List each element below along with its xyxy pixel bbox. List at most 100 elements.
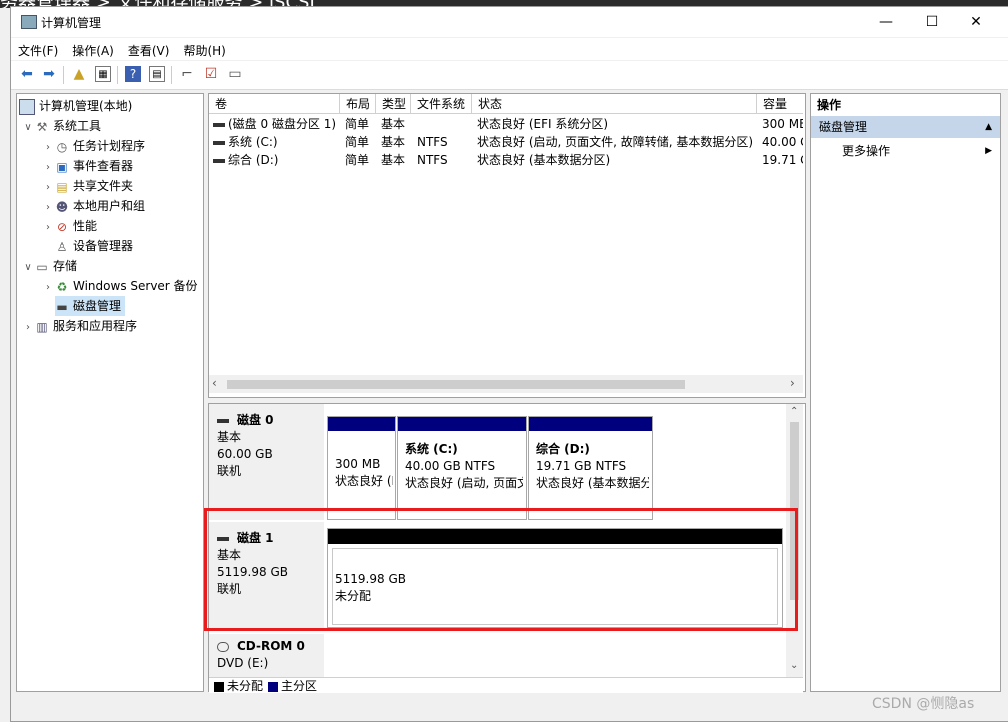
menu-action[interactable]: 操作(A) — [65, 38, 121, 59]
tree-label: 设备管理器 — [73, 239, 134, 253]
tools-icon: ⚒ — [36, 119, 48, 134]
chevron-right-icon[interactable]: › — [41, 138, 55, 158]
chevron-right-icon[interactable]: › — [41, 198, 55, 218]
partition-system-c[interactable]: 系统 (C:) 40.00 GB NTFS 状态良好 (启动, 页面文件, 故障… — [397, 416, 527, 520]
horizontal-scrollbar[interactable]: ‹ › — [209, 375, 803, 393]
tree-item-disk-management[interactable]: ▬ 磁盘管理 — [55, 296, 126, 316]
table-row[interactable]: 系统 (C:) 简单 基本 NTFS 状态良好 (启动, 页面文件, 故障转储,… — [209, 133, 803, 151]
cdrom-info[interactable]: CD-ROM 0 DVD (E:) — [209, 634, 324, 677]
tree-item-performance[interactable]: › ⊘ 性能 — [41, 216, 97, 236]
tree-label: Windows Server 备份 — [73, 279, 198, 293]
chevron-right-icon[interactable]: › — [41, 278, 55, 298]
partition-size: 300 MB — [335, 457, 381, 471]
column-header-type[interactable]: 类型 — [376, 94, 411, 114]
partition-name: 系统 (C:) — [405, 442, 458, 456]
horizontal-scroll-thumb[interactable] — [227, 380, 685, 389]
disk-management-icon: ▬ — [56, 299, 68, 314]
partition-size: 19.71 GB NTFS — [536, 459, 627, 473]
help-icon[interactable]: ? — [125, 66, 141, 82]
tree-item-shared-folders[interactable]: › ▤ 共享文件夹 — [41, 176, 133, 196]
column-header-capacity[interactable]: 容量 — [757, 94, 803, 114]
chevron-down-icon[interactable]: ∨ — [21, 258, 35, 278]
maximize-button[interactable]: ☐ — [909, 7, 955, 37]
volume-name: 系统 (C:) — [228, 135, 278, 149]
volume-layout: 简单 — [345, 117, 370, 131]
disk0-size: 60.00 GB — [217, 447, 273, 461]
device-manager-icon: ♙ — [56, 239, 68, 254]
computer-icon — [19, 98, 35, 115]
volume-type: 基本 — [381, 135, 406, 149]
back-icon[interactable]: ⬅ — [19, 66, 35, 82]
storage-icon: ▭ — [36, 259, 48, 274]
cdrom-icon — [217, 641, 229, 652]
menu-file[interactable]: 文件(F) — [11, 38, 65, 59]
backup-icon: ♻ — [56, 279, 68, 294]
up-folder-icon[interactable]: ▲ — [71, 66, 87, 82]
forward-icon[interactable]: ➡ — [41, 66, 57, 82]
collapse-up-icon[interactable]: ▲ — [985, 116, 992, 138]
close-button[interactable]: ✕ — [953, 7, 999, 37]
scroll-down-icon[interactable]: ⌄ — [790, 660, 798, 671]
volume-layout: 简单 — [345, 153, 370, 167]
partition-data-d[interactable]: 综合 (D:) 19.71 GB NTFS 状态良好 (基本数据分区) — [528, 416, 653, 520]
tree-item-device-manager[interactable]: ♙ 设备管理器 — [41, 236, 133, 256]
show-hide-tree-icon[interactable]: ▦ — [95, 66, 111, 82]
tree-item-system-tools[interactable]: ∨ ⚒ 系统工具 — [21, 116, 101, 136]
connect-icon[interactable]: ⌐ — [179, 66, 195, 82]
cdrom-name: CD-ROM 0 — [237, 639, 305, 653]
volume-capacity: 40.00 GB — [762, 135, 803, 149]
scroll-left-icon[interactable]: ‹ — [212, 376, 217, 390]
tree-item-event-viewer[interactable]: › ▣ 事件查看器 — [41, 156, 133, 176]
tree-item-root[interactable]: 计算机管理(本地) — [19, 96, 132, 116]
volume-icon — [213, 122, 225, 127]
table-row[interactable]: (磁盘 0 磁盘分区 1) 简单 基本 状态良好 (EFI 系统分区) 300 … — [209, 115, 803, 133]
actions-section-label: 磁盘管理 — [819, 120, 868, 134]
menu-view[interactable]: 查看(V) — [121, 38, 177, 59]
menu-help[interactable]: 帮助(H) — [176, 38, 232, 59]
partition-status: 状态良好 (EFI 系统分区) — [335, 474, 393, 488]
minimize-button[interactable]: — — [863, 7, 909, 37]
volume-icon — [213, 140, 225, 145]
actions-section-disk-management[interactable]: 磁盘管理 ▲ — [811, 116, 1000, 138]
table-row[interactable]: 综合 (D:) 简单 基本 NTFS 状态良好 (基本数据分区) 19.71 G… — [209, 151, 803, 169]
chevron-right-icon[interactable]: › — [41, 178, 55, 198]
partition-efi[interactable]: 300 MB 状态良好 (EFI 系统分区) — [327, 416, 396, 520]
legend-unallocated-swatch — [214, 681, 224, 692]
list-icon[interactable]: ▭ — [227, 66, 243, 82]
more-actions-item[interactable]: 更多操作 ▶ — [811, 140, 1000, 162]
volume-icon — [213, 158, 225, 163]
tree-item-task-scheduler[interactable]: › ◷ 任务计划程序 — [41, 136, 145, 156]
tree-label: 性能 — [73, 219, 98, 233]
tree-item-windows-server-backup[interactable]: › ♻ Windows Server 备份 — [41, 276, 198, 296]
chevron-right-icon[interactable]: › — [21, 318, 35, 338]
tree-item-services-apps[interactable]: › ▥ 服务和应用程序 — [21, 316, 137, 336]
volume-filesystem: NTFS — [417, 153, 448, 167]
watermark: CSDN @恻隐as — [872, 696, 975, 712]
legend-primary-swatch — [268, 681, 279, 692]
disk0-info[interactable]: 磁盘 0 基本 60.00 GB 联机 — [209, 404, 324, 520]
app-icon — [21, 15, 37, 29]
partition-status: 状态良好 (基本数据分区) — [536, 476, 649, 490]
chevron-right-icon[interactable]: › — [41, 158, 55, 178]
disk-icon — [217, 418, 229, 423]
partition-status: 状态良好 (启动, 页面文件, 故障转储, 基本数据分区) — [405, 476, 523, 490]
more-actions-label: 更多操作 — [842, 144, 891, 158]
chevron-right-icon[interactable]: › — [41, 218, 55, 238]
tree-label: 计算机管理(本地) — [39, 99, 133, 113]
volume-name: (磁盘 0 磁盘分区 1) — [228, 117, 337, 131]
column-header-filesystem[interactable]: 文件系统 — [411, 94, 472, 114]
tree-item-local-users[interactable]: › ☻ 本地用户和组 — [41, 196, 145, 216]
services-icon: ▥ — [36, 319, 48, 334]
scroll-up-icon[interactable]: ⌃ — [790, 406, 798, 417]
properties-icon[interactable]: ▤ — [149, 66, 165, 82]
disk0-name: 磁盘 0 — [237, 413, 274, 427]
column-header-layout[interactable]: 布局 — [340, 94, 376, 114]
scroll-right-icon[interactable]: › — [790, 376, 795, 390]
column-header-volume[interactable]: 卷 — [209, 94, 340, 114]
column-header-status[interactable]: 状态 — [472, 94, 757, 114]
partition-name: 综合 (D:) — [536, 442, 590, 456]
chevron-down-icon[interactable]: ∨ — [21, 118, 35, 138]
tree-item-storage[interactable]: ∨ ▭ 存储 — [21, 256, 77, 276]
volume-capacity: 19.71 GB — [762, 153, 803, 167]
check-icon[interactable]: ☑ — [203, 66, 219, 82]
